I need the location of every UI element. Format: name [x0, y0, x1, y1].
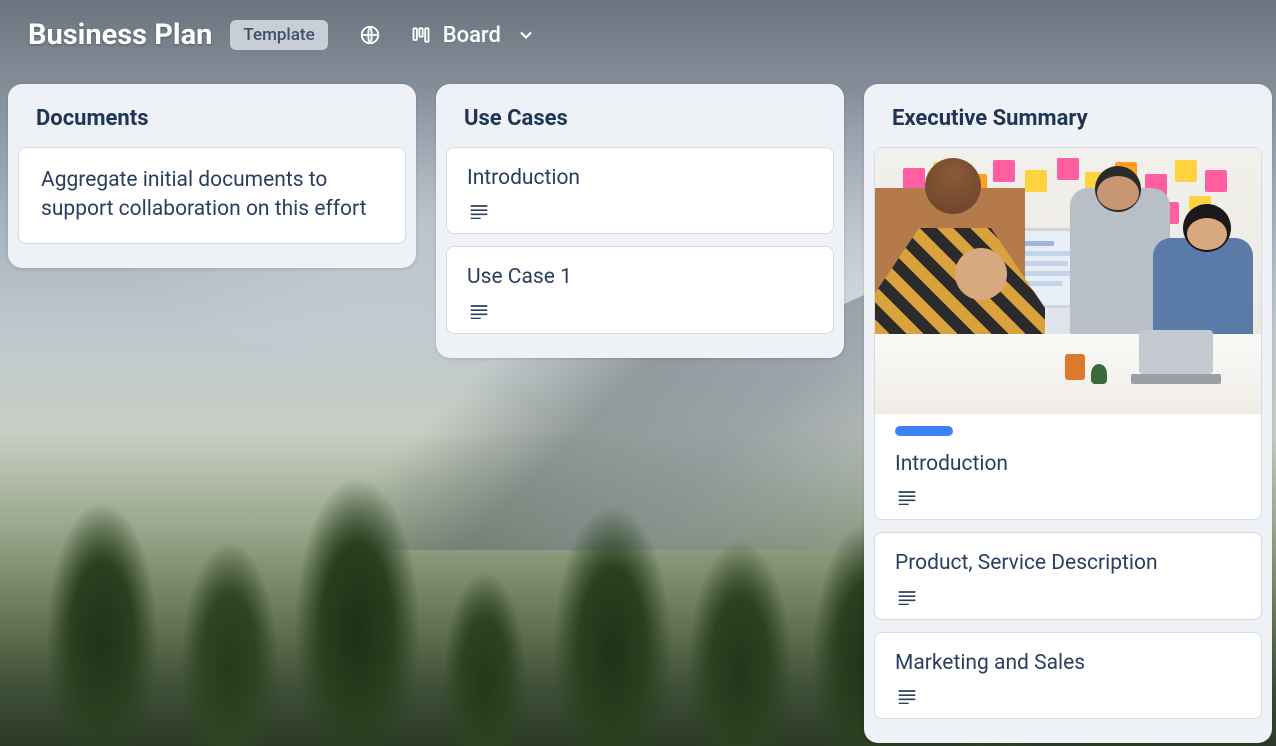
card-title: Marketing and Sales	[895, 649, 1241, 678]
description-icon	[897, 688, 1241, 704]
view-label: Board	[443, 23, 501, 48]
column-title[interactable]: Executive Summary	[864, 84, 1272, 147]
card[interactable]: Introduction	[874, 147, 1262, 520]
globe-icon[interactable]	[356, 21, 384, 49]
card-title: Introduction	[467, 164, 813, 193]
description-icon	[469, 203, 813, 219]
column-body[interactable]: Introduction Product, Service Descriptio…	[864, 147, 1272, 731]
board-view-icon	[410, 24, 432, 46]
card-cover-image	[875, 148, 1261, 414]
card[interactable]: Aggregate initial documents to support c…	[18, 147, 406, 244]
page-title: Business Plan	[28, 18, 212, 52]
card[interactable]: Product, Service Description	[874, 532, 1262, 619]
column-body: Aggregate initial documents to support c…	[8, 147, 416, 256]
column-body: Introduction Use Case 1	[436, 147, 844, 346]
card[interactable]: Marketing and Sales	[874, 632, 1262, 719]
chevron-down-icon	[516, 25, 536, 45]
card[interactable]: Introduction	[446, 147, 834, 234]
card-title: Aggregate initial documents to support c…	[41, 166, 383, 225]
column-use-cases: Use Cases Introduction Use Case 1	[436, 84, 844, 358]
board-header: Business Plan Template Board	[0, 0, 1276, 68]
card-title: Use Case 1	[467, 263, 813, 292]
label-pill	[895, 426, 953, 436]
column-title[interactable]: Documents	[8, 84, 416, 147]
description-icon	[897, 489, 1241, 505]
description-icon	[897, 589, 1241, 605]
column-executive-summary: Executive Summary	[864, 84, 1272, 743]
view-switcher[interactable]: Board	[410, 23, 536, 48]
card[interactable]: Use Case 1	[446, 246, 834, 333]
column-documents: Documents Aggregate initial documents to…	[8, 84, 416, 268]
column-title[interactable]: Use Cases	[436, 84, 844, 147]
card-title: Product, Service Description	[895, 549, 1241, 578]
template-badge[interactable]: Template	[230, 20, 327, 50]
card-title: Introduction	[895, 450, 1241, 479]
description-icon	[469, 303, 813, 319]
board-columns: Documents Aggregate initial documents to…	[0, 68, 1276, 746]
